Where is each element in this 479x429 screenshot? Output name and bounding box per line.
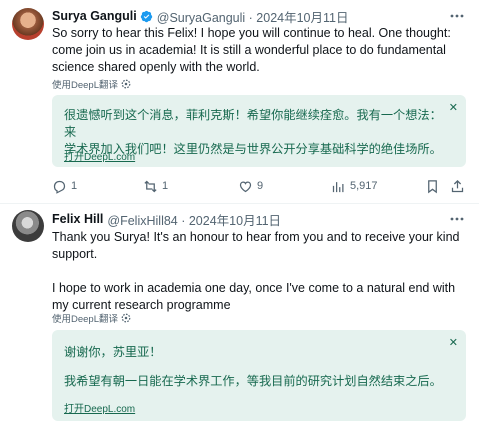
tweet-text: Thank you Surya! It's an honour to hear …	[52, 229, 464, 314]
author-name[interactable]: Felix Hill	[52, 212, 103, 226]
repost-button[interactable]: 1	[143, 177, 168, 195]
share-icon	[451, 179, 464, 192]
bookmark-icon	[428, 179, 437, 193]
translate-label[interactable]: 使用DeepL翻译	[52, 77, 118, 91]
views-button[interactable]: 5,917	[331, 177, 378, 195]
reply-button[interactable]: 1	[52, 177, 77, 195]
tweet-text-line: come join us in academia! It is still a …	[52, 43, 446, 57]
translation-line: 很遗憾听到这个消息，菲利克斯！希望你能继续痊愈。我有一个想法：来	[64, 108, 442, 139]
open-deepl-link[interactable]: 打开DeepL.com	[64, 400, 135, 415]
tweet-text-line: I hope to work in academia one day, once…	[52, 281, 456, 295]
translation-line: 谢谢你，苏里亚！	[64, 345, 162, 359]
more-icon[interactable]	[449, 9, 465, 23]
avatar[interactable]	[12, 210, 44, 242]
like-button[interactable]: 9	[238, 177, 263, 195]
translation-box: 谢谢你，苏里亚！ 我希望有朝一日能在学术界工作，等我目前的研究计划自然结束之后。…	[52, 330, 466, 421]
gear-icon[interactable]	[121, 313, 131, 323]
translate-label[interactable]: 使用DeepL翻译	[52, 311, 118, 325]
reply-icon	[53, 180, 66, 194]
avatar[interactable]	[12, 8, 44, 40]
tweet-felix: Felix Hill @FelixHill84 · 2024年10月11日 Th…	[0, 204, 479, 429]
translation-box: 很遗憾听到这个消息，菲利克斯！希望你能继续痊愈。我有一个想法：来 学术界加入我们…	[52, 95, 466, 167]
gear-icon[interactable]	[121, 79, 131, 89]
close-icon[interactable]: ✕	[449, 336, 458, 349]
tweet-header: Surya Ganguli @SuryaGanguli · 2024年10月11…	[52, 7, 348, 25]
verified-badge-icon	[140, 10, 152, 22]
view-count: 5,917	[350, 180, 378, 192]
reply-count: 1	[71, 180, 78, 192]
tweet-text-line	[52, 263, 464, 280]
repost-icon	[144, 180, 157, 192]
tweet-text-line: Thank you Surya! It's an honour to hear …	[52, 230, 460, 244]
tweet-surya: Surya Ganguli @SuryaGanguli · 2024年10月11…	[0, 0, 479, 202]
more-icon[interactable]	[449, 212, 465, 226]
share-button[interactable]	[450, 177, 465, 195]
translation-text: 谢谢你，苏里亚！ 我希望有朝一日能在学术界工作，等我目前的研究计划自然结束之后。	[64, 344, 444, 390]
author-name[interactable]: Surya Ganguli	[52, 9, 137, 23]
handle-and-date[interactable]: @SuryaGanguli · 2024年10月11日	[157, 7, 349, 26]
tweet-text: So sorry to hear this Felix! I hope you …	[52, 25, 464, 76]
repost-count: 1	[162, 180, 169, 192]
bookmark-button[interactable]	[425, 177, 440, 195]
open-deepl-link[interactable]: 打开DeepL.com	[64, 148, 135, 163]
action-bar: 1 1 9 5,917	[52, 177, 466, 195]
tweet-header: Felix Hill @FelixHill84 · 2024年10月11日	[52, 210, 281, 228]
translation-line: 我希望有朝一日能在学术界工作，等我目前的研究计划自然结束之后。	[64, 374, 442, 388]
views-icon	[332, 181, 344, 192]
tweet-text-line: support.	[52, 247, 98, 261]
translate-with-deepl[interactable]: 使用DeepL翻译	[52, 77, 131, 91]
handle-and-date[interactable]: @FelixHill84 · 2024年10月11日	[107, 210, 281, 229]
tweet-text-line: science shared openly with the world.	[52, 60, 260, 74]
like-count: 9	[257, 180, 264, 192]
close-icon[interactable]: ✕	[449, 101, 458, 114]
translation-line	[64, 361, 444, 373]
like-icon	[239, 180, 252, 192]
tweet-text-line: So sorry to hear this Felix! I hope you …	[52, 26, 451, 40]
translate-with-deepl[interactable]: 使用DeepL翻译	[52, 311, 131, 325]
